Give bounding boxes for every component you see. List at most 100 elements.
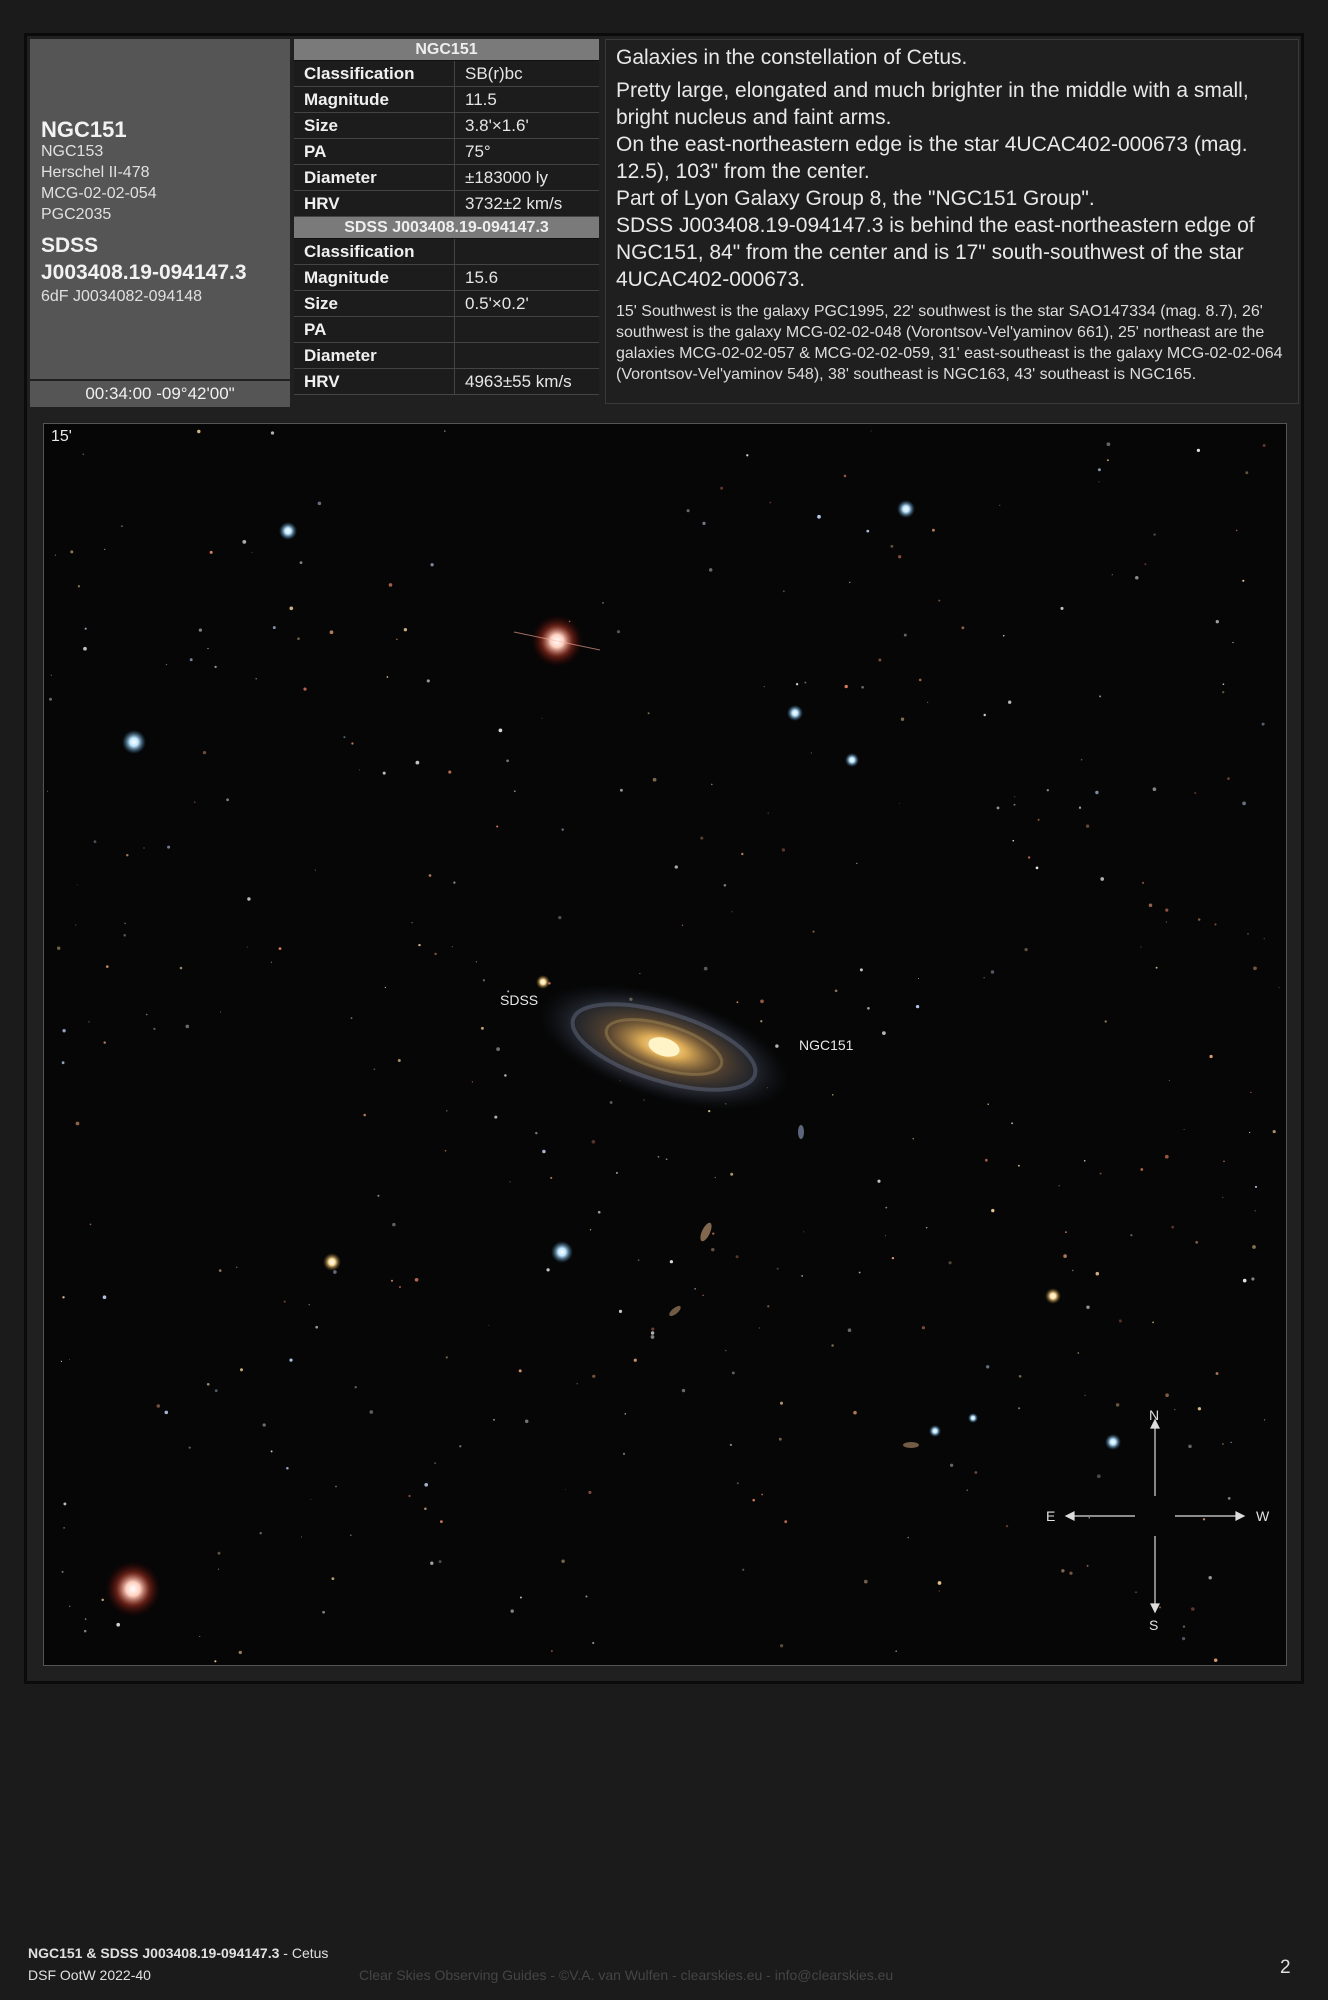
background-star [831, 1093, 834, 1096]
description-surroundings: 15' Southwest is the galaxy PGC1995, 22'… [616, 303, 1283, 383]
background-star [576, 1382, 578, 1385]
background-star [1085, 824, 1090, 828]
background-star [1080, 758, 1083, 761]
background-star [480, 1026, 484, 1030]
background-star [974, 1471, 978, 1474]
background-star [350, 1017, 353, 1020]
background-star [861, 685, 864, 689]
background-star [1100, 877, 1105, 881]
background-star [70, 550, 74, 554]
background-star [761, 1493, 763, 1496]
background-star [1095, 790, 1099, 795]
background-star [84, 1618, 87, 1620]
background-star [735, 1255, 739, 1259]
table-row: Classification SB(r)bc [294, 61, 599, 87]
background-star [300, 1536, 303, 1538]
background-star [703, 966, 708, 971]
background-star [1183, 1128, 1185, 1130]
background-star [938, 599, 941, 602]
background-star [77, 585, 81, 588]
background-star [937, 1581, 942, 1585]
background-star [767, 812, 769, 814]
background-star [197, 429, 201, 434]
background-star [810, 752, 812, 754]
background-star [1232, 641, 1234, 644]
background-star [708, 1109, 711, 1113]
background-star [1252, 1245, 1256, 1249]
background-star [255, 678, 257, 680]
background-star [377, 1194, 380, 1197]
background-star [991, 1208, 995, 1213]
background-star [1142, 881, 1145, 884]
background-star [331, 1577, 335, 1581]
background-star [415, 760, 420, 765]
background-star [102, 1295, 107, 1300]
background-star [1018, 1374, 1022, 1378]
background-star [843, 474, 847, 478]
background-star [1099, 1172, 1102, 1175]
background-star [948, 1261, 952, 1265]
background-star [84, 627, 87, 630]
background-star [506, 759, 509, 763]
background-star [615, 1171, 618, 1174]
background-star [424, 1507, 427, 1511]
background-star [403, 628, 408, 632]
background-star [310, 1498, 312, 1500]
row-value: 3.8'×1.6' [465, 116, 529, 135]
background-star [938, 1590, 940, 1592]
background-star [482, 979, 486, 982]
background-star [736, 1001, 739, 1004]
background-star [510, 1609, 514, 1613]
row-value: 3732±2 km/s [465, 194, 563, 213]
background-star [251, 551, 253, 553]
background-star [700, 836, 704, 840]
background-star [1063, 1254, 1067, 1258]
background-star [226, 798, 230, 802]
background-star [359, 769, 361, 771]
background-star [69, 1605, 71, 1607]
background-star [1083, 1159, 1086, 1162]
row-value: 0.5'×0.2' [465, 294, 529, 313]
background-star [513, 790, 516, 793]
background-star [189, 658, 193, 662]
background-star [218, 1269, 222, 1272]
background-star [247, 897, 251, 901]
background-star [62, 1296, 65, 1299]
background-star [551, 1650, 553, 1652]
background-star [550, 1176, 553, 1179]
background-star [1222, 691, 1225, 694]
background-star [541, 717, 543, 719]
background-star [779, 1644, 784, 1648]
background-star [270, 1450, 273, 1453]
row-key: Magnitude [294, 265, 455, 290]
background-star [62, 1029, 66, 1033]
background-star [758, 1327, 761, 1329]
row-key: Size [294, 291, 455, 316]
background-star [1118, 1319, 1122, 1323]
background-star [426, 679, 430, 683]
bright-star-left [122, 730, 146, 754]
background-star [1152, 787, 1157, 792]
header-row: NGC151 NGC153 Herschel II-478 MCG-02-02-… [27, 36, 1301, 407]
secondary-object-name-line2: J003408.19-094147.3 [41, 261, 247, 284]
guide-frame: NGC151 NGC153 Herschel II-478 MCG-02-02-… [24, 33, 1304, 1684]
table-row: Size 3.8'×1.6' [294, 113, 599, 139]
background-star [198, 628, 203, 632]
background-star [760, 1020, 763, 1023]
background-star [558, 915, 562, 920]
background-star [83, 1629, 87, 1633]
background-star [882, 1031, 886, 1035]
table-row: HRV 4963±55 km/s [294, 369, 599, 395]
secondary-object-name-line1: SDSS [41, 234, 99, 257]
background-star [459, 1445, 462, 1448]
background-star [1024, 947, 1028, 952]
description-constellation: Galaxies in the constellation of Cetus. [616, 46, 968, 69]
background-star [354, 1385, 357, 1389]
background-star [546, 1268, 550, 1272]
footer-title-bold: NGC151 & SDSS J003408.19-094147.3 [28, 1945, 280, 1961]
background-star [373, 1068, 376, 1071]
background-star [983, 977, 985, 979]
background-star [303, 687, 307, 691]
background-star [1152, 1321, 1154, 1324]
background-star [235, 1266, 238, 1269]
